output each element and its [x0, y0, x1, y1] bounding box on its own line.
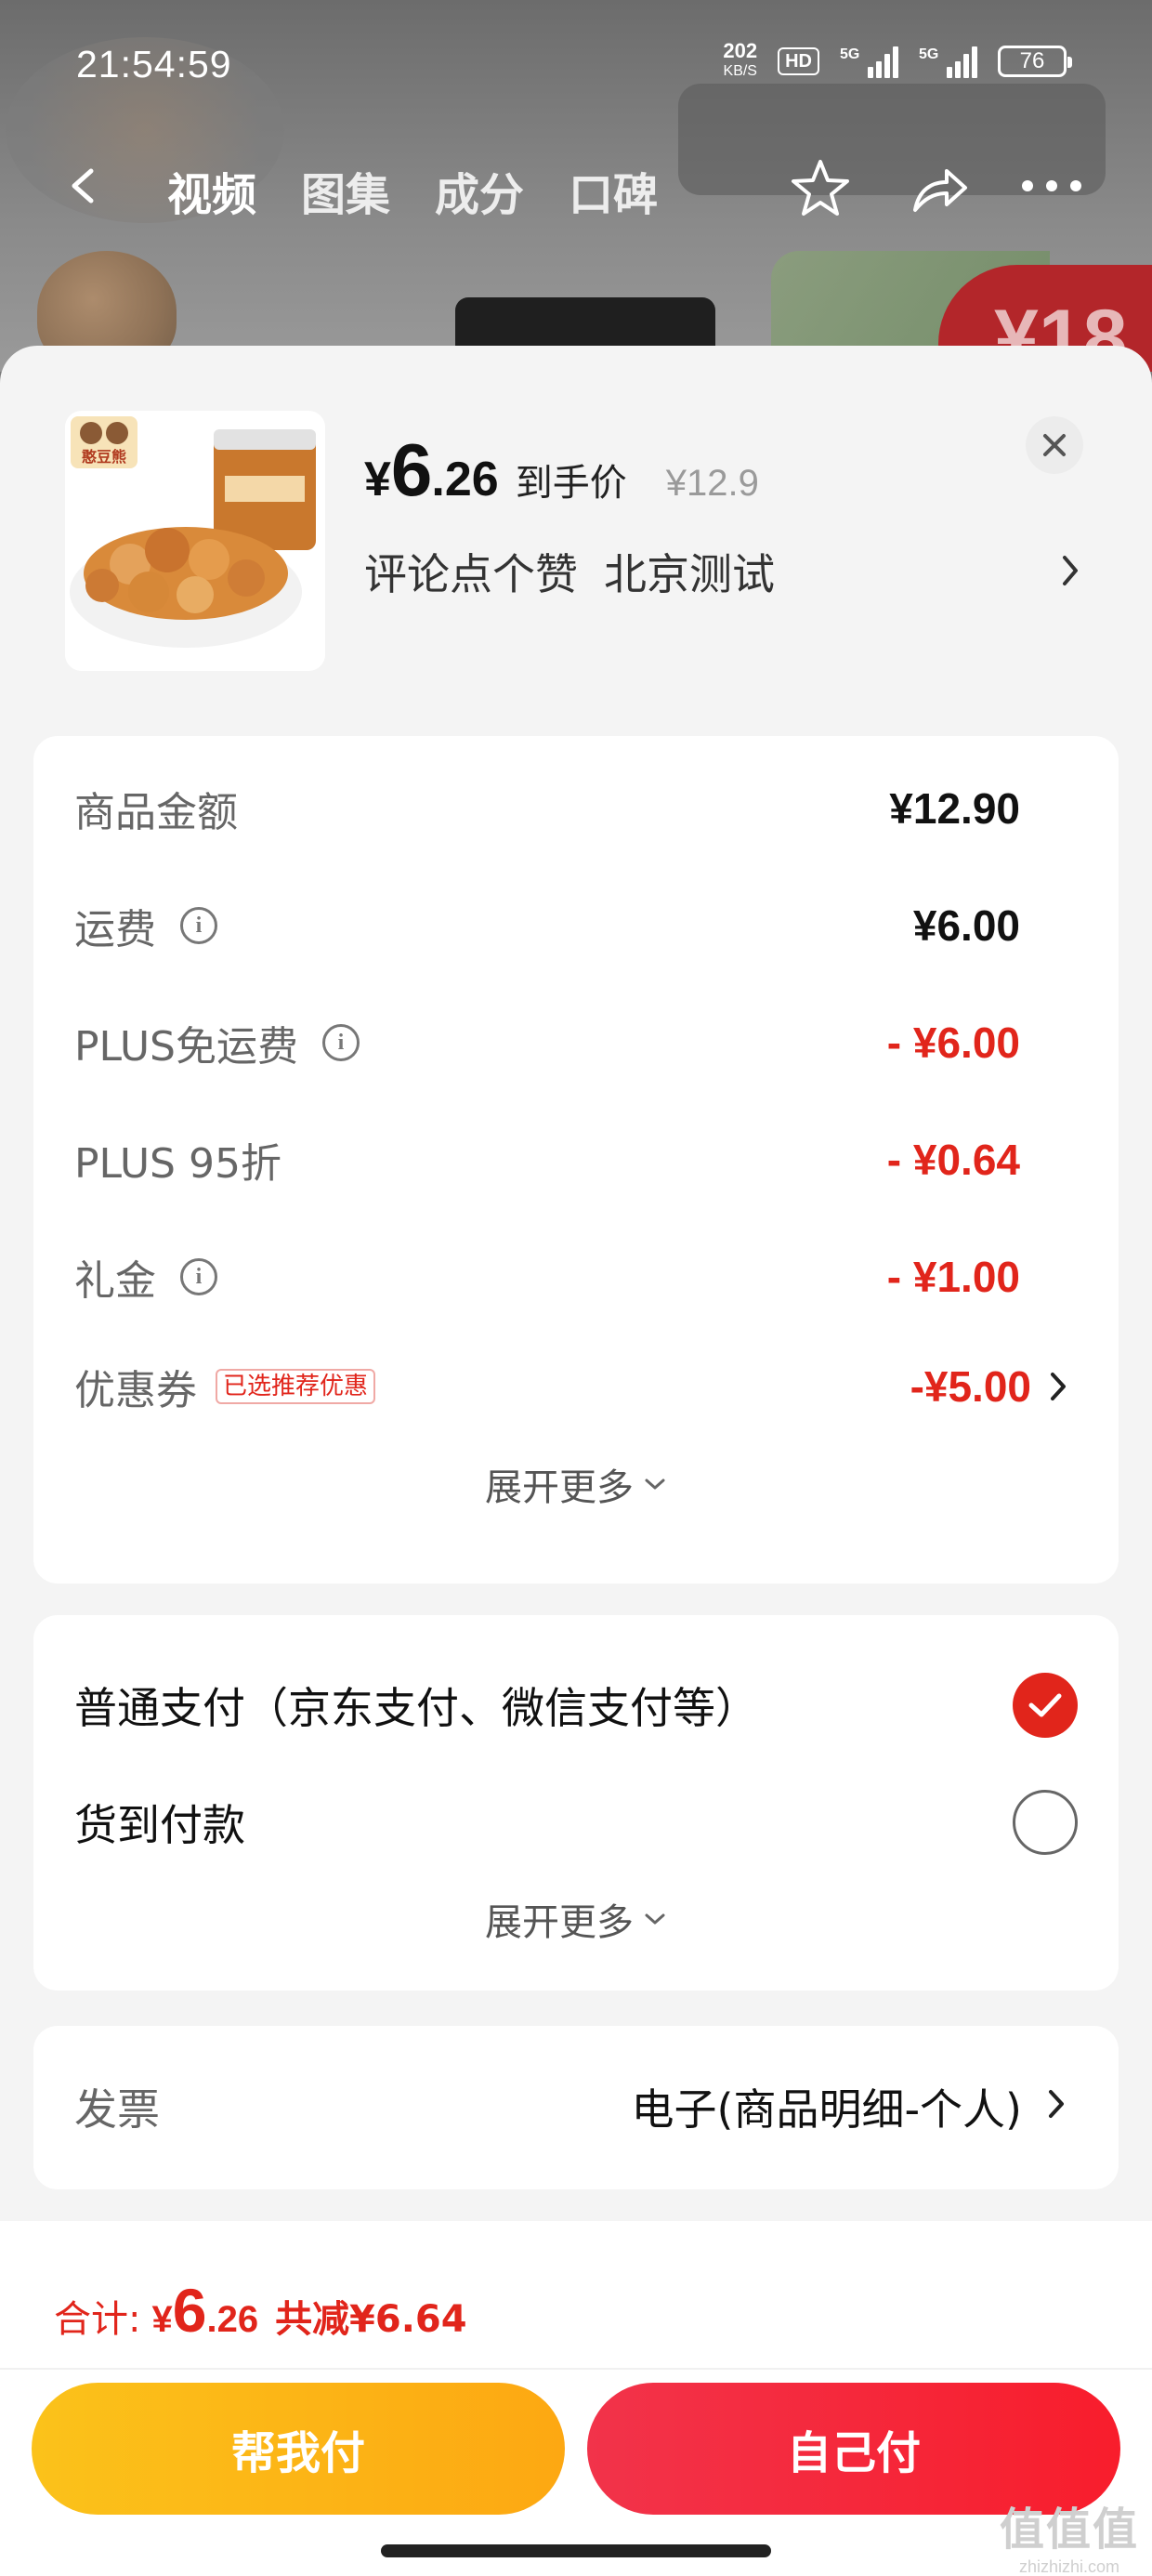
nav-tabs: 视频 图集 成分 口碑 — [167, 158, 658, 223]
payment-method-card: 普通支付（京东支付、微信支付等） 货到付款 展开更多 — [33, 1615, 1119, 1991]
cost-label: 优惠券 — [74, 1367, 197, 1414]
cost-label: 商品金额 — [74, 789, 238, 836]
star-icon[interactable] — [788, 156, 853, 221]
price-decimal: .26 — [431, 453, 499, 506]
payment-option-label: 货到付款 — [74, 1800, 245, 1850]
spec-item: 评论点个赞 — [364, 549, 578, 599]
info-icon[interactable]: i — [322, 1024, 360, 1061]
info-icon[interactable]: i — [180, 907, 217, 944]
cost-breakdown-card: 商品金额 ¥12.90 运费 i ¥6.00 PLUS免运费 i - ¥6.00… — [33, 736, 1119, 1584]
cost-label: PLUS 95折 — [74, 1140, 281, 1188]
chevron-down-icon — [645, 1479, 665, 1490]
cost-value: - ¥0.64 — [886, 1136, 1020, 1184]
cost-row-gift-money: 礼金 i - ¥1.00 — [74, 1240, 1078, 1314]
close-button[interactable] — [1026, 416, 1083, 474]
signal-icon-2: 5G — [919, 45, 977, 78]
order-total: 合计: ¥ 6 .26 共减¥6.64 — [54, 2275, 467, 2346]
watermark-logo: 值值值 — [999, 2505, 1139, 2555]
product-header: 憨豆熊 ¥ 6 .26 到手价 ¥12.9 评论点个赞 北京测试 — [0, 346, 1152, 736]
close-icon — [1043, 434, 1066, 456]
chevron-right-icon[interactable] — [1059, 552, 1081, 589]
cost-row-plus-free-shipping: PLUS免运费 i - ¥6.00 — [74, 1005, 1078, 1080]
total-decimal: .26 — [206, 2299, 259, 2340]
invoice-card[interactable]: 发票 电子(商品明细-个人) — [33, 2026, 1119, 2189]
payment-option-label: 普通支付（京东支付、微信支付等） — [74, 1683, 758, 1733]
signal-label-2: 5G — [919, 46, 939, 62]
selected-spec[interactable]: 评论点个赞 北京测试 — [364, 541, 775, 602]
home-indicator[interactable] — [381, 2544, 771, 2557]
watermark: 值值值 zhizhizhi.com — [1000, 2492, 1139, 2576]
expand-label: 展开更多 — [485, 1466, 634, 1509]
expand-more-payment[interactable]: 展开更多 — [33, 1892, 1119, 1946]
signal-label: 5G — [840, 46, 860, 62]
invoice-value: 电子(商品明细-个人) — [631, 2084, 1023, 2135]
cost-value: - ¥6.00 — [886, 1019, 1020, 1067]
status-time: 21:54:59 — [76, 43, 232, 85]
status-icons: 202 KB/S HD 5G 5G 76 — [723, 41, 1072, 82]
total-yen: ¥ — [151, 2299, 173, 2340]
payment-option-cod[interactable]: 货到付款 — [74, 1781, 1078, 1864]
price-symbol: ¥ — [364, 453, 391, 506]
radio-unchecked[interactable] — [1013, 1790, 1078, 1855]
tab-reviews[interactable]: 口碑 — [569, 158, 658, 223]
price-line: ¥ 6 .26 到手价 ¥12.9 — [364, 427, 759, 513]
network-speed-unit: KB/S — [723, 63, 757, 79]
product-thumbnail: 憨豆熊 — [65, 411, 325, 671]
cost-label: 运费 — [74, 906, 156, 953]
checkout-bottom-bar: 合计: ¥ 6 .26 共减¥6.64 帮我付 自己付 — [0, 2221, 1152, 2576]
chevron-right-icon[interactable] — [1046, 2087, 1067, 2121]
cost-row-subtotal: 商品金额 ¥12.90 — [74, 771, 1078, 846]
price-tag: 到手价 — [515, 462, 627, 505]
tab-gallery[interactable]: 图集 — [301, 158, 390, 223]
cost-label: 礼金 — [74, 1257, 156, 1305]
cost-value: ¥12.90 — [889, 784, 1020, 833]
chevron-down-icon — [645, 1913, 665, 1925]
product-nav-bar: 视频 图集 成分 口碑 — [0, 139, 1152, 242]
invoice-label: 发票 — [74, 2084, 160, 2135]
tab-ingredients[interactable]: 成分 — [435, 158, 524, 223]
price-integer: 6 — [390, 428, 432, 511]
battery-icon: 76 — [998, 46, 1072, 77]
cost-value: - ¥1.00 — [886, 1253, 1020, 1301]
cost-row-shipping: 运费 i ¥6.00 — [74, 888, 1078, 963]
tab-video[interactable]: 视频 — [167, 158, 256, 223]
divider — [0, 2368, 1152, 2370]
cost-row-coupon[interactable]: 优惠券 已选推荐优惠 -¥5.00 — [74, 1349, 1078, 1424]
expand-label: 展开更多 — [485, 1901, 634, 1944]
network-speed-value: 202 — [723, 39, 758, 62]
checkmark-icon — [1028, 1693, 1062, 1717]
cost-label: PLUS免运费 — [74, 1023, 298, 1071]
payment-option-online[interactable]: 普通支付（京东支付、微信支付等） — [74, 1663, 1078, 1747]
signal-icon: 5G — [840, 45, 898, 78]
original-price: ¥12.9 — [665, 463, 759, 504]
product-image: 憨豆熊 — [65, 411, 325, 671]
back-arrow-icon[interactable] — [65, 167, 102, 204]
more-icon[interactable] — [1022, 180, 1081, 191]
radio-checked[interactable] — [1013, 1673, 1078, 1738]
product-brand-logo: 憨豆熊 — [82, 448, 126, 466]
info-icon[interactable]: i — [180, 1258, 217, 1295]
network-speed: 202 KB/S — [723, 41, 757, 82]
cost-value: ¥6.00 — [912, 901, 1020, 950]
cost-row-plus-discount: PLUS 95折 - ¥0.64 — [74, 1123, 1078, 1197]
share-icon[interactable] — [906, 156, 971, 221]
chevron-right-icon[interactable] — [1048, 1370, 1068, 1403]
status-bar: 21:54:59 202 KB/S HD 5G 5G 76 — [0, 0, 1152, 139]
hd-icon: HD — [778, 47, 819, 75]
total-integer: 6 — [172, 2276, 207, 2345]
watermark-url: zhizhizhi.com — [1018, 2557, 1120, 2576]
total-label: 合计: — [54, 2298, 141, 2341]
expand-more-costs[interactable]: 展开更多 — [33, 1457, 1119, 1511]
spec-item: 北京测试 — [604, 549, 775, 599]
help-me-pay-button[interactable]: 帮我付 — [32, 2383, 565, 2515]
total-reduction: 共减¥6.64 — [275, 2298, 467, 2341]
coupon-tag: 已选推荐优惠 — [216, 1369, 376, 1404]
cost-value: -¥5.00 — [910, 1362, 1031, 1411]
